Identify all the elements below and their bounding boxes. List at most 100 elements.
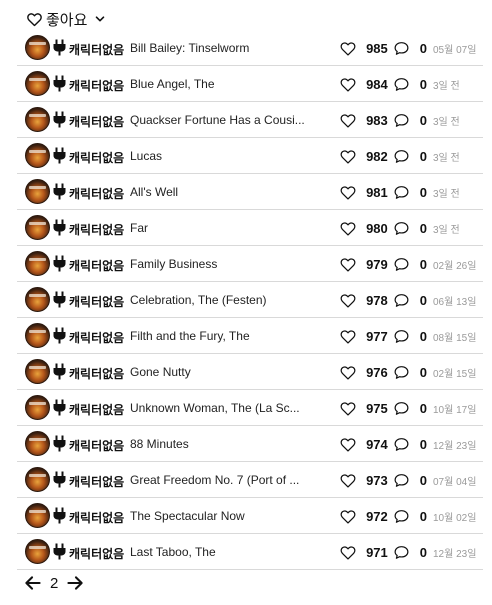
heart-icon[interactable] — [339, 184, 357, 200]
post-title[interactable]: Blue Angel, The — [130, 77, 215, 91]
post-title[interactable]: Celebration, The (Festen) — [130, 293, 267, 307]
comment-icon[interactable] — [393, 148, 410, 164]
author-name[interactable]: 캐릭터없음 — [69, 329, 124, 346]
author-name[interactable]: 캐릭터없음 — [69, 149, 124, 166]
avatar[interactable] — [25, 143, 50, 168]
comment-icon[interactable] — [393, 508, 410, 524]
heart-icon[interactable] — [339, 256, 357, 272]
post-title[interactable]: Quackser Fortune Has a Cousi... — [130, 113, 305, 127]
list-item[interactable]: 캐릭터없음 Blue Angel, The 984 0 3일 전 — [17, 66, 483, 102]
avatar[interactable] — [25, 539, 50, 564]
comment-icon[interactable] — [393, 472, 410, 488]
post-title[interactable]: The Spectacular Now — [130, 509, 245, 523]
comment-icon[interactable] — [393, 184, 410, 200]
avatar[interactable] — [25, 503, 50, 528]
avatar[interactable] — [25, 287, 50, 312]
arrow-left-icon[interactable] — [24, 575, 41, 591]
author-name[interactable]: 캐릭터없음 — [69, 437, 124, 454]
list-item[interactable]: 캐릭터없음 Lucas 982 0 3일 전 — [17, 138, 483, 174]
comment-icon[interactable] — [393, 40, 410, 56]
post-title[interactable]: Bill Bailey: Tinselworm — [130, 41, 249, 55]
heart-icon[interactable] — [339, 436, 357, 452]
list-item[interactable]: 캐릭터없음 Quackser Fortune Has a Cousi... 983 0… — [17, 102, 483, 138]
author-name[interactable]: 캐릭터없음 — [69, 365, 124, 382]
list-item[interactable]: 캐릭터없음 All's Well 981 0 3일 전 — [17, 174, 483, 210]
heart-icon[interactable] — [339, 220, 357, 236]
heart-icon[interactable] — [339, 364, 357, 380]
list-item[interactable]: 캐릭터없음 Last Taboo, The 971 0 12월 23일 — [17, 534, 483, 570]
comment-icon[interactable] — [393, 220, 410, 236]
author-name[interactable]: 캐릭터없음 — [69, 545, 124, 562]
list-item[interactable]: 캐릭터없음 The Spectacular Now 972 0 10월 02일 — [17, 498, 483, 534]
post-title[interactable]: All's Well — [130, 185, 178, 199]
avatar[interactable] — [25, 467, 50, 492]
author-name[interactable]: 캐릭터없음 — [69, 185, 124, 202]
post-title[interactable]: 88 Minutes — [130, 437, 189, 451]
heart-icon[interactable] — [339, 544, 357, 560]
comment-icon[interactable] — [393, 544, 410, 560]
plug-icon — [53, 183, 66, 200]
comment-icon[interactable] — [393, 112, 410, 128]
comment-icon[interactable] — [393, 292, 410, 308]
author-name[interactable]: 캐릭터없음 — [69, 41, 124, 58]
avatar[interactable] — [25, 35, 50, 60]
post-title[interactable]: Great Freedom No. 7 (Port of ... — [130, 473, 299, 487]
list-item[interactable]: 캐릭터없음 Filth and the Fury, The 977 0 08월 15일 — [17, 318, 483, 354]
post-title[interactable]: Lucas — [130, 149, 162, 163]
heart-icon[interactable] — [339, 292, 357, 308]
post-title[interactable]: Last Taboo, The — [130, 545, 216, 559]
author-name[interactable]: 캐릭터없음 — [69, 77, 124, 94]
list-item[interactable]: 캐릭터없음 Great Freedom No. 7 (Port of ... 973… — [17, 462, 483, 498]
comment-icon[interactable] — [393, 76, 410, 92]
list-item[interactable]: 캐릭터없음 Unknown Woman, The (La Sc... 975 0 10월… — [17, 390, 483, 426]
author-name[interactable]: 캐릭터없음 — [69, 401, 124, 418]
like-count: 985 — [366, 40, 388, 56]
author-name[interactable]: 캐릭터없음 — [69, 113, 124, 130]
avatar[interactable] — [25, 179, 50, 204]
list-item[interactable]: 캐릭터없음 Bill Bailey: Tinselworm 985 0 05월 07일 — [17, 30, 483, 66]
avatar[interactable] — [25, 215, 50, 240]
sort-dropdown[interactable]: 좋아요 — [26, 8, 106, 30]
heart-icon[interactable] — [339, 400, 357, 416]
post-title[interactable]: Unknown Woman, The (La Sc... — [130, 401, 300, 415]
like-count: 973 — [366, 472, 388, 488]
author-name[interactable]: 캐릭터없음 — [69, 221, 124, 238]
comment-icon[interactable] — [393, 364, 410, 380]
post-title[interactable]: Far — [130, 221, 148, 235]
heart-icon[interactable] — [339, 508, 357, 524]
avatar[interactable] — [25, 251, 50, 276]
post-date: 10월 02일 — [433, 512, 477, 524]
post-title[interactable]: Gone Nutty — [130, 365, 191, 379]
heart-icon[interactable] — [339, 148, 357, 164]
plug-icon — [53, 435, 66, 452]
comment-icon[interactable] — [393, 400, 410, 416]
avatar[interactable] — [25, 395, 50, 420]
author-name[interactable]: 캐릭터없음 — [69, 293, 124, 310]
comment-icon[interactable] — [393, 328, 410, 344]
heart-icon[interactable] — [339, 40, 357, 56]
heart-icon[interactable] — [339, 76, 357, 92]
author-name[interactable]: 캐릭터없음 — [69, 257, 124, 274]
list-item[interactable]: 캐릭터없음 Celebration, The (Festen) 978 0 06월 13… — [17, 282, 483, 318]
plug-icon — [53, 327, 66, 344]
list-item[interactable]: 캐릭터없음 Far 980 0 3일 전 — [17, 210, 483, 246]
heart-icon[interactable] — [339, 112, 357, 128]
heart-icon[interactable] — [339, 328, 357, 344]
list-item[interactable]: 캐릭터없음 88 Minutes 974 0 12월 23일 — [17, 426, 483, 462]
arrow-right-icon[interactable] — [67, 575, 84, 591]
post-title[interactable]: Family Business — [130, 257, 217, 271]
comment-icon[interactable] — [393, 256, 410, 272]
post-title[interactable]: Filth and the Fury, The — [130, 329, 250, 343]
author-name[interactable]: 캐릭터없음 — [69, 509, 124, 526]
list-item[interactable]: 캐릭터없음 Gone Nutty 976 0 02월 15일 — [17, 354, 483, 390]
avatar[interactable] — [25, 323, 50, 348]
avatar[interactable] — [25, 359, 50, 384]
comment-icon[interactable] — [393, 436, 410, 452]
plug-icon — [53, 111, 66, 128]
author-name[interactable]: 캐릭터없음 — [69, 473, 124, 490]
avatar[interactable] — [25, 431, 50, 456]
heart-icon[interactable] — [339, 472, 357, 488]
list-item[interactable]: 캐릭터없음 Family Business 979 0 02월 26일 — [17, 246, 483, 282]
avatar[interactable] — [25, 71, 50, 96]
avatar[interactable] — [25, 107, 50, 132]
